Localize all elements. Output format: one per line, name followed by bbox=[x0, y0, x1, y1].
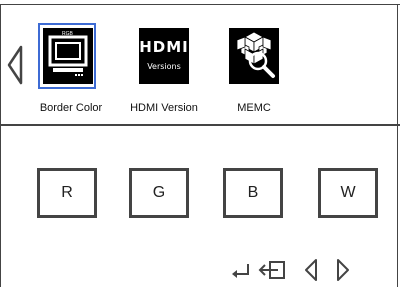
left-arrow-icon[interactable] bbox=[302, 258, 320, 282]
menu-item-label: MEMC bbox=[237, 102, 271, 114]
right-arrow-icon[interactable] bbox=[334, 258, 352, 282]
menu-bar: RGB Border Color HDMI Versions HDMI Vers… bbox=[0, 5, 400, 124]
menu-item-hdmi-version[interactable]: HDMI Versions HDMI Version bbox=[130, 28, 198, 114]
color-button-b[interactable]: B bbox=[223, 168, 283, 218]
color-button-g[interactable]: G bbox=[129, 168, 189, 218]
hdmi-versions-icon: HDMI Versions bbox=[139, 28, 189, 84]
exit-icon bbox=[258, 261, 285, 279]
border-color-icon: RGB bbox=[43, 28, 93, 84]
memc-icon bbox=[229, 28, 279, 84]
menu-item-border-color[interactable]: RGB Border Color bbox=[38, 23, 102, 114]
hdmi-logo-text: HDMI bbox=[139, 38, 189, 56]
menu-item-memc[interactable]: MEMC bbox=[229, 28, 279, 114]
color-button-r[interactable]: R bbox=[37, 168, 97, 218]
color-button-w[interactable]: W bbox=[318, 168, 378, 218]
menu-item-label: Border Color bbox=[39, 102, 103, 114]
enter-icon bbox=[232, 264, 249, 278]
divider bbox=[0, 124, 400, 126]
border-color-icon-text: RGB bbox=[62, 31, 73, 37]
chevron-left-icon[interactable] bbox=[5, 45, 25, 85]
hdmi-versions-text: Versions bbox=[147, 62, 181, 71]
menu-item-label: HDMI Version bbox=[130, 102, 198, 114]
